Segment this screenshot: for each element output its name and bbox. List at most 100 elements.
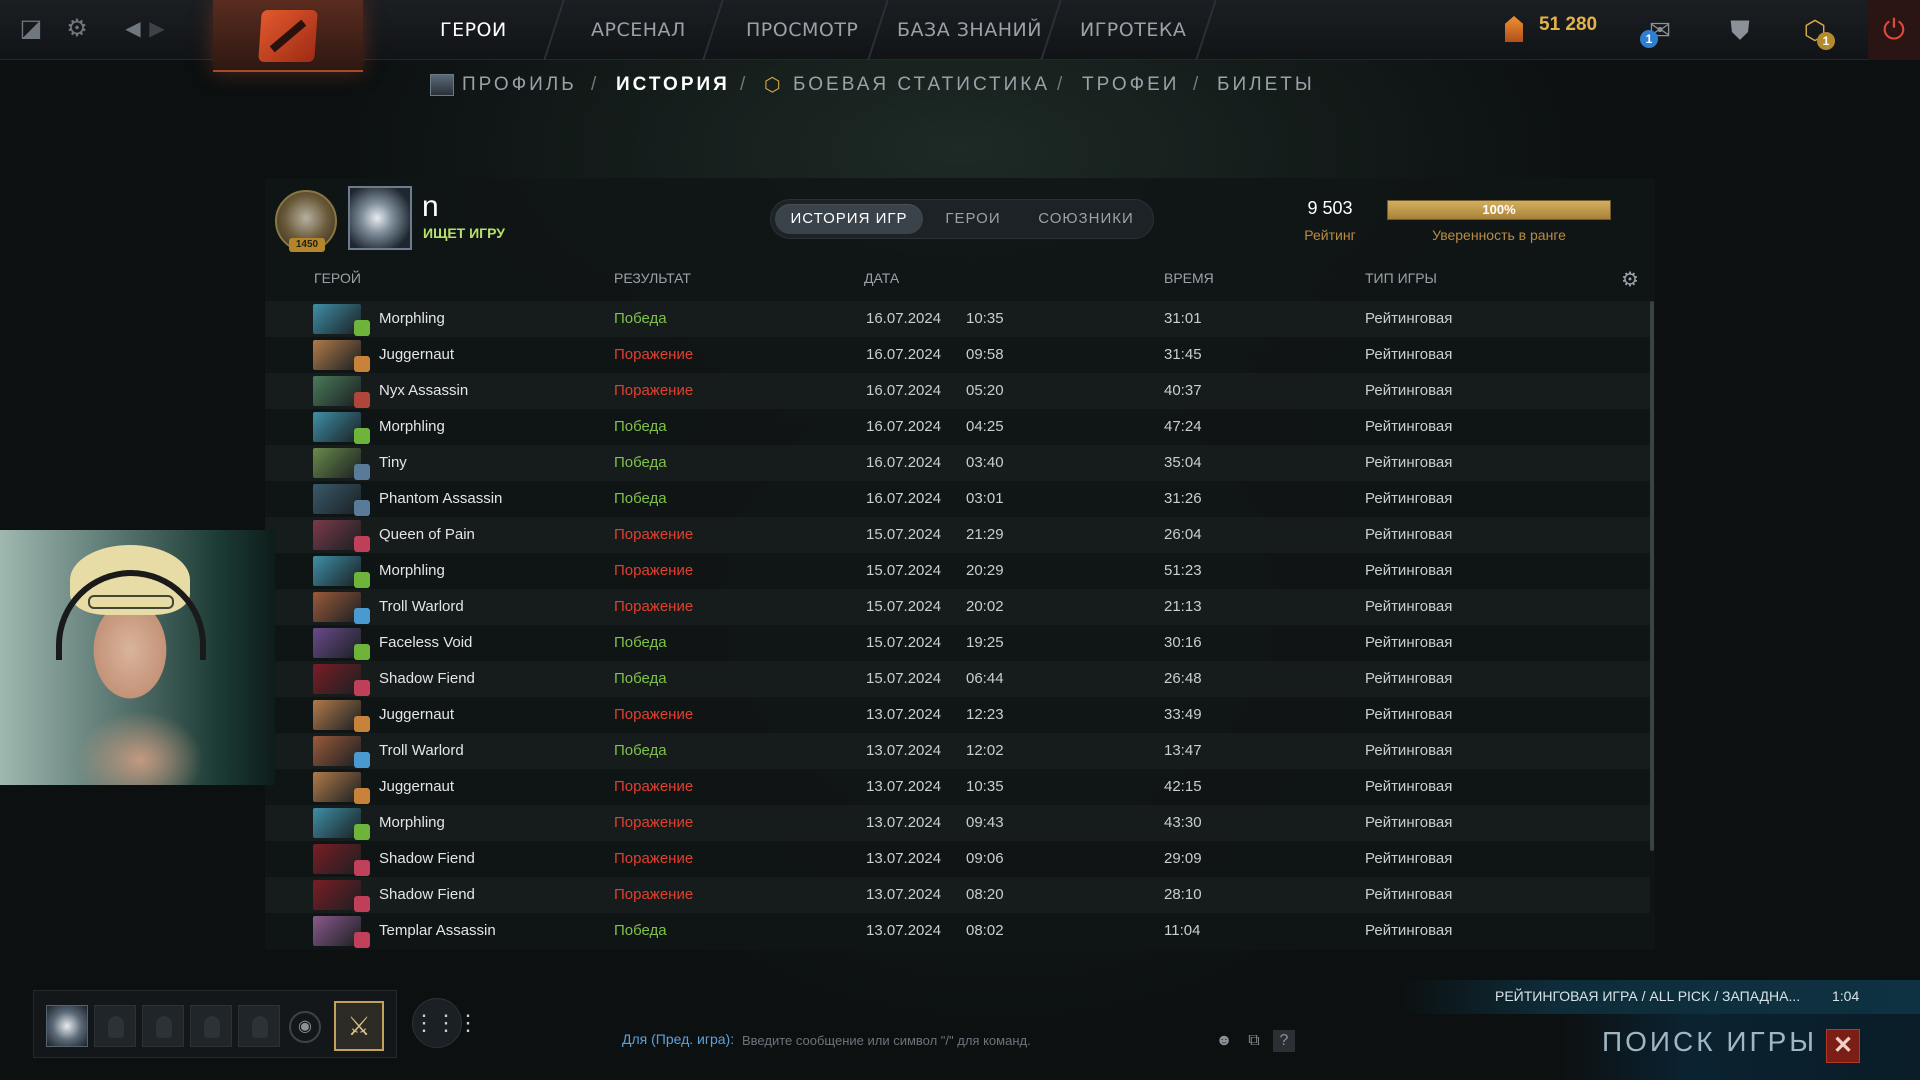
streamer-webcam-overlay: [0, 530, 275, 785]
match-result: Поражение: [614, 886, 694, 903]
match-start-time: 10:35: [966, 778, 1004, 795]
table-row[interactable]: Morphling Поражение 13.07.2024 09:43 43:30 Ре…: [265, 805, 1650, 841]
battle-pass-emblem-icon[interactable]: ⚔: [334, 1001, 384, 1051]
subnav-combat-stats[interactable]: БОЕВАЯ СТАТИСТИКА: [793, 74, 1050, 96]
nav-divider: [1195, 0, 1217, 60]
queue-mode-text: РЕЙТИНГОВАЯ ИГРА / ALL PICK / ЗАПАДНА...: [1495, 988, 1801, 1004]
rating-label: Рейтинг: [1304, 227, 1356, 243]
subnav-history[interactable]: ИСТОРИЯ: [616, 74, 730, 96]
emoticon-icon[interactable]: ☻: [1213, 1030, 1235, 1052]
tab-watch[interactable]: ПРОСМОТР: [746, 0, 858, 60]
table-settings-gear-icon[interactable]: ⚙: [1619, 269, 1641, 291]
matchmaking-status-banner: РЕЙТИНГОВАЯ ИГРА / ALL PICK / ЗАПАДНА...…: [1400, 980, 1920, 1014]
scrollbar[interactable]: [1650, 301, 1654, 851]
armory-banner-icon[interactable]: ⛊: [1720, 10, 1760, 50]
table-row[interactable]: Troll Warlord Победа 13.07.2024 12:02 13:47 Р…: [265, 733, 1650, 769]
table-row[interactable]: Juggernaut Поражение 13.07.2024 12:23 33:49 Р…: [265, 697, 1650, 733]
dota-logo-icon: [258, 10, 318, 62]
match-start-time: 12:02: [966, 742, 1004, 759]
table-row[interactable]: Morphling Поражение 15.07.2024 20:29 51:23 Ре…: [265, 553, 1650, 589]
power-icon[interactable]: ⏻: [1868, 0, 1920, 60]
table-row[interactable]: Phantom Assassin Победа 16.07.2024 03:01 31:…: [265, 481, 1650, 517]
match-duration: 31:26: [1164, 490, 1202, 507]
empty-slot-icon: [108, 1016, 124, 1038]
column-time[interactable]: ВРЕМЯ: [1164, 270, 1214, 286]
dota-plus-icon[interactable]: ◪: [16, 14, 46, 44]
match-start-time: 09:06: [966, 850, 1004, 867]
tab-heroes-stats[interactable]: ГЕРОИ: [927, 204, 1019, 234]
hero-attribute-icon: [354, 536, 370, 552]
cancel-search-close-icon[interactable]: ✕: [1826, 1029, 1860, 1063]
table-row[interactable]: Tiny Победа 16.07.2024 03:40 35:04 Рейтингова…: [265, 445, 1650, 481]
table-row[interactable]: Morphling Победа 16.07.2024 04:25 47:24 Рейти…: [265, 409, 1650, 445]
hero-name: Queen of Pain: [379, 526, 475, 543]
table-row[interactable]: Queen of Pain Поражение 15.07.2024 21:29 26:…: [265, 517, 1650, 553]
dota-logo-button[interactable]: [213, 0, 363, 72]
webcam-glasses: [88, 595, 174, 609]
tab-heroes[interactable]: ГЕРОИ: [440, 0, 507, 60]
table-row[interactable]: Juggernaut Поражение 13.07.2024 10:35 42:15 Р…: [265, 769, 1650, 805]
subnav-trophies[interactable]: ТРОФЕИ: [1082, 74, 1179, 96]
chat-channel-label[interactable]: Для (Пред. игра):: [622, 1031, 734, 1047]
voice-chat-icon[interactable]: ◉: [289, 1011, 321, 1043]
chat-input[interactable]: [742, 1028, 1202, 1052]
shards-amount: 51 280: [1539, 14, 1598, 35]
table-row[interactable]: Faceless Void Победа 15.07.2024 19:25 30:16 Р…: [265, 625, 1650, 661]
game-type: Рейтинговая: [1365, 814, 1453, 831]
tab-arcade[interactable]: ИГРОТЕКА: [1080, 0, 1186, 60]
main-menu-grid-icon[interactable]: ⋮⋮⋮: [412, 998, 479, 1048]
match-start-time: 19:25: [966, 634, 1004, 651]
party-slot-empty[interactable]: [142, 1005, 184, 1047]
tab-learn[interactable]: БАЗА ЗНАНИЙ: [897, 0, 1042, 60]
tab-match-history[interactable]: ИСТОРИЯ ИГР: [775, 204, 923, 234]
party-slot-empty[interactable]: [238, 1005, 280, 1047]
help-icon[interactable]: ?: [1273, 1030, 1295, 1052]
table-row[interactable]: Nyx Assassin Поражение 16.07.2024 05:20 40:3…: [265, 373, 1650, 409]
avatar[interactable]: [348, 186, 412, 250]
column-game-type[interactable]: ТИП ИГРЫ: [1365, 270, 1437, 286]
party-panel: ◉ ⚔: [33, 990, 397, 1058]
match-start-time: 20:02: [966, 598, 1004, 615]
hero-name: Morphling: [379, 814, 445, 831]
hero-attribute-icon: [354, 392, 370, 408]
chat-wheel-icon[interactable]: ⧉: [1243, 1030, 1265, 1052]
column-date[interactable]: ДАТА: [864, 270, 899, 286]
tab-allies[interactable]: СОЮЗНИКИ: [1023, 204, 1149, 234]
match-result: Поражение: [614, 526, 694, 543]
hero-name: Nyx Assassin: [379, 382, 469, 399]
match-date: 13.07.2024: [866, 706, 942, 723]
friends-chat-icon[interactable]: ✉ 1: [1640, 10, 1680, 50]
subnav-tickets[interactable]: БИЛЕТЫ: [1217, 74, 1315, 96]
column-result[interactable]: РЕЗУЛЬТАТ: [614, 270, 691, 286]
game-type: Рейтинговая: [1365, 850, 1453, 867]
match-history-panel: 1450 n ИЩЕТ ИГРУ ИСТОРИЯ ИГР ГЕРОИ СОЮЗН…: [265, 178, 1655, 950]
table-row[interactable]: Troll Warlord Поражение 15.07.2024 20:02 21:…: [265, 589, 1650, 625]
tab-armory[interactable]: АРСЕНАЛ: [591, 0, 686, 60]
subnav-profile[interactable]: ПРОФИЛЬ: [462, 74, 577, 96]
party-slot-empty[interactable]: [190, 1005, 232, 1047]
table-row[interactable]: Shadow Fiend Поражение 13.07.2024 08:20 28:1…: [265, 877, 1650, 913]
rank-medal: 1450: [275, 190, 337, 252]
column-hero[interactable]: ГЕРОЙ: [314, 270, 361, 286]
dota-plus-hex-icon[interactable]: ⬡ 1: [1795, 10, 1835, 50]
match-result: Поражение: [614, 382, 694, 399]
hero-attribute-icon: [354, 572, 370, 588]
table-row[interactable]: Shadow Fiend Победа 15.07.2024 06:44 26:48 Ре…: [265, 661, 1650, 697]
table-row[interactable]: Juggernaut Поражение 16.07.2024 09:58 31:45 Р…: [265, 337, 1650, 373]
table-row[interactable]: Templar Assassin Победа 13.07.2024 08:02 11:…: [265, 913, 1650, 949]
party-slot-empty[interactable]: [94, 1005, 136, 1047]
hero-name: Morphling: [379, 562, 445, 579]
hero-name: Faceless Void: [379, 634, 473, 651]
table-row[interactable]: Shadow Fiend Поражение 13.07.2024 09:06 29:0…: [265, 841, 1650, 877]
match-date: 13.07.2024: [866, 814, 942, 831]
match-date: 15.07.2024: [866, 598, 942, 615]
settings-gear-icon[interactable]: ⚙: [62, 14, 92, 44]
empty-slot-icon: [204, 1016, 220, 1038]
hero-attribute-icon: [354, 428, 370, 444]
forward-arrow-icon[interactable]: ▶: [142, 14, 172, 44]
hero-attribute-icon: [354, 464, 370, 480]
match-date: 16.07.2024: [866, 382, 942, 399]
table-row[interactable]: Morphling Победа 16.07.2024 10:35 31:01 Рейти…: [265, 301, 1650, 337]
match-duration: 21:13: [1164, 598, 1202, 615]
party-slot-self[interactable]: [46, 1005, 88, 1047]
